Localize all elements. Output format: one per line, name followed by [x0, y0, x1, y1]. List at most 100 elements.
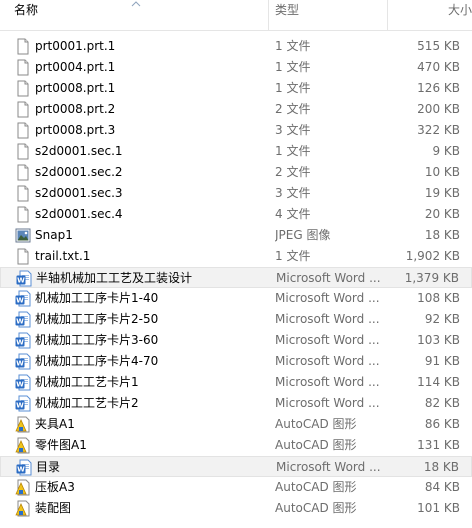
file-row[interactable]: s2d0001.sec.4 4 文件 20 KB	[0, 204, 472, 225]
file-name: Snap1	[35, 228, 73, 242]
file-size: 515 KB	[417, 39, 460, 53]
autocad-drawing-icon	[15, 479, 31, 496]
file-row[interactable]: W 机械加工工序卡片2-50 Microsoft Word ... 92 KB	[0, 309, 472, 330]
column-header-size[interactable]: 大小	[387, 0, 472, 30]
autocad-drawing-icon	[15, 416, 31, 433]
file-name: 目录	[36, 460, 61, 474]
file-type: Microsoft Word ...	[275, 333, 380, 347]
word-document-icon: W	[15, 290, 31, 307]
svg-text:W: W	[17, 466, 25, 474]
file-name: trail.txt.1	[35, 249, 91, 263]
word-document-icon: W	[15, 332, 31, 349]
file-row[interactable]: s2d0001.sec.1 1 文件 9 KB	[0, 141, 472, 162]
file-type: 1 文件	[275, 60, 311, 74]
file-name: 机械加工工序卡片1-40	[35, 291, 159, 305]
file-type: AutoCAD 图形	[275, 417, 357, 431]
file-row[interactable]: prt0008.prt.3 3 文件 322 KB	[0, 120, 472, 141]
file-row[interactable]: prt0008.prt.1 1 文件 126 KB	[0, 78, 472, 99]
file-name: 机械加工工艺卡片1	[35, 375, 139, 389]
file-size: 91 KB	[424, 354, 460, 368]
file-name: 压板A3	[35, 480, 75, 494]
file-name: 机械加工工序卡片2-50	[35, 312, 159, 326]
file-row[interactable]: s2d0001.sec.3 3 文件 19 KB	[0, 183, 472, 204]
sort-ascending-icon	[131, 1, 141, 7]
file-row[interactable]: W 机械加工工序卡片4-70 Microsoft Word ... 91 KB	[0, 351, 472, 372]
file-row[interactable]: s2d0001.sec.2 2 文件 10 KB	[0, 162, 472, 183]
svg-text:W: W	[16, 339, 24, 347]
generic-file-icon	[15, 101, 31, 118]
file-size: 101 KB	[417, 501, 460, 515]
file-name: prt0001.prt.1	[35, 39, 116, 53]
file-name: s2d0001.sec.3	[35, 186, 123, 200]
file-type: 2 文件	[275, 165, 311, 179]
file-size: 20 KB	[424, 207, 460, 221]
file-row[interactable]: 装配图 AutoCAD 图形 101 KB	[0, 498, 472, 519]
file-name: 机械加工工序卡片3-60	[35, 333, 159, 347]
file-row[interactable]: prt0001.prt.1 1 文件 515 KB	[0, 36, 472, 57]
file-size: 200 KB	[417, 102, 460, 116]
file-row[interactable]: W 机械加工工艺卡片1 Microsoft Word ... 114 KB	[0, 372, 472, 393]
image-file-icon	[15, 227, 31, 244]
generic-file-icon	[15, 122, 31, 139]
file-row[interactable]: prt0008.prt.2 2 文件 200 KB	[0, 99, 472, 120]
file-size: 19 KB	[424, 186, 460, 200]
word-document-icon: W	[15, 353, 31, 370]
file-type: Microsoft Word ...	[275, 396, 380, 410]
file-size: 82 KB	[424, 396, 460, 410]
file-type: 3 文件	[275, 186, 311, 200]
file-row[interactable]: W 目录 Microsoft Word ... 18 KB	[0, 456, 472, 477]
file-type: 1 文件	[275, 144, 311, 158]
svg-text:W: W	[16, 318, 24, 326]
file-size: 18 KB	[423, 460, 459, 474]
generic-file-icon	[15, 38, 31, 55]
file-type: AutoCAD 图形	[275, 480, 357, 494]
column-header-type[interactable]: 类型	[268, 0, 387, 30]
generic-file-icon	[15, 59, 31, 76]
file-type: Microsoft Word ...	[275, 375, 380, 389]
svg-text:W: W	[16, 297, 24, 305]
generic-file-icon	[15, 80, 31, 97]
column-header: 名称 类型 大小	[0, 0, 472, 31]
file-size: 1,902 KB	[405, 249, 460, 263]
file-row[interactable]: W 机械加工工序卡片1-40 Microsoft Word ... 108 KB	[0, 288, 472, 309]
file-name: prt0008.prt.1	[35, 81, 116, 95]
file-row[interactable]: prt0004.prt.1 1 文件 470 KB	[0, 57, 472, 78]
word-document-icon: W	[15, 374, 31, 391]
generic-file-icon	[15, 248, 31, 265]
file-name: s2d0001.sec.4	[35, 207, 123, 221]
file-size: 108 KB	[417, 291, 460, 305]
word-document-icon: W	[16, 270, 32, 287]
svg-text:W: W	[16, 402, 24, 410]
file-name: 机械加工工序卡片4-70	[35, 354, 159, 368]
file-size: 131 KB	[417, 438, 460, 452]
file-name: prt0004.prt.1	[35, 60, 116, 74]
file-name: s2d0001.sec.1	[35, 144, 123, 158]
file-row[interactable]: 零件图A1 AutoCAD 图形 131 KB	[0, 435, 472, 456]
file-name: 零件图A1	[35, 438, 87, 452]
generic-file-icon	[15, 185, 31, 202]
file-type: Microsoft Word ...	[275, 291, 380, 305]
file-row[interactable]: W 机械加工工艺卡片2 Microsoft Word ... 82 KB	[0, 393, 472, 414]
file-type: 1 文件	[275, 39, 311, 53]
file-size: 10 KB	[424, 165, 460, 179]
file-type: AutoCAD 图形	[275, 438, 357, 452]
file-row[interactable]: 压板A3 AutoCAD 图形 84 KB	[0, 477, 472, 498]
file-row[interactable]: W 机械加工工序卡片3-60 Microsoft Word ... 103 KB	[0, 330, 472, 351]
file-row[interactable]: W 半轴机械加工工艺及工装设计 Microsoft Word ... 1,379 KB	[0, 267, 472, 288]
word-document-icon: W	[15, 311, 31, 328]
file-size: 84 KB	[424, 480, 460, 494]
file-type: 2 文件	[275, 102, 311, 116]
file-row[interactable]: trail.txt.1 1 文件 1,902 KB	[0, 246, 472, 267]
file-row[interactable]: 夹具A1 AutoCAD 图形 86 KB	[0, 414, 472, 435]
file-size: 470 KB	[417, 60, 460, 74]
file-type: 1 文件	[275, 81, 311, 95]
column-header-name-label: 名称	[14, 3, 39, 17]
file-row[interactable]: Snap1 JPEG 图像 18 KB	[0, 225, 472, 246]
file-name: 装配图	[35, 501, 72, 515]
file-type: Microsoft Word ...	[276, 460, 381, 474]
file-type: Microsoft Word ...	[276, 271, 381, 285]
autocad-drawing-icon	[15, 500, 31, 517]
file-size: 322 KB	[417, 123, 460, 137]
file-type: 3 文件	[275, 123, 311, 137]
file-size: 86 KB	[424, 417, 460, 431]
